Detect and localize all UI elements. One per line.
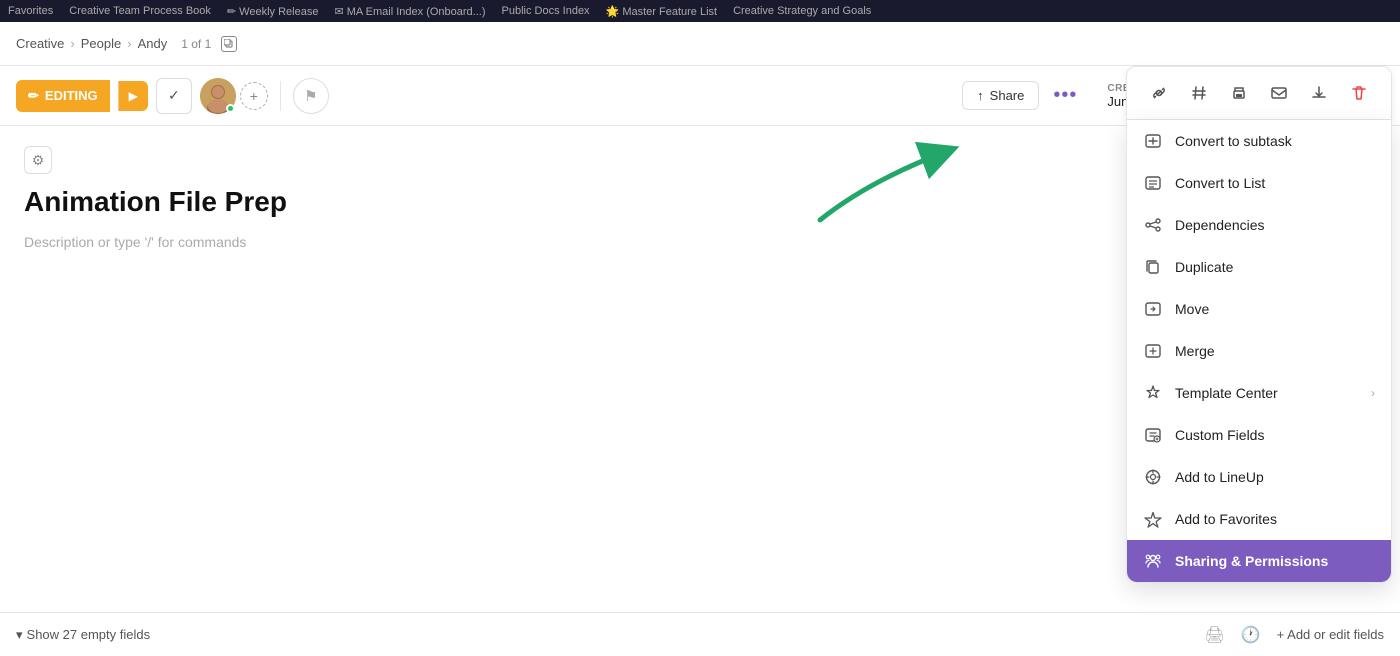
nav-item-creative-strategy[interactable]: Creative Strategy and Goals xyxy=(733,5,871,17)
show-fields-label: Show 27 empty fields xyxy=(27,627,151,642)
template-center-label: Template Center xyxy=(1175,385,1359,401)
flag-button[interactable]: ⚑ xyxy=(293,78,329,114)
menu-item-custom-fields[interactable]: Custom Fields xyxy=(1127,414,1391,456)
nav-item-weekly-release[interactable]: ✏ Weekly Release xyxy=(227,5,319,18)
sharing-icon xyxy=(1143,551,1163,571)
menu-item-template-center[interactable]: Template Center › xyxy=(1127,372,1391,414)
template-center-icon xyxy=(1143,383,1163,403)
share-icon: ↑ xyxy=(977,88,984,103)
add-user-icon: + xyxy=(250,88,258,104)
duplicate-icon xyxy=(1143,257,1163,277)
duplicate-label: Duplicate xyxy=(1175,259,1375,275)
convert-subtask-label: Convert to subtask xyxy=(1175,133,1375,149)
dependencies-label: Dependencies xyxy=(1175,217,1375,233)
breadcrumb-creative[interactable]: Creative xyxy=(16,36,64,51)
add-favorites-icon xyxy=(1143,509,1163,529)
bottom-bar: ▾ Show 27 empty fields 🖨 🕐 + Add or edit… xyxy=(0,612,1400,656)
add-user-button[interactable]: + xyxy=(240,82,268,110)
nav-item-ma-email[interactable]: ✉ MA Email Index (Onboard...) xyxy=(334,5,485,18)
convert-list-icon xyxy=(1143,173,1163,193)
move-icon xyxy=(1143,299,1163,319)
toolbar-icons-bar xyxy=(1126,66,1392,120)
dropdown-overlay: Convert to subtask Convert to List xyxy=(1126,66,1392,583)
menu-item-merge[interactable]: Merge xyxy=(1127,330,1391,372)
avatar-wrapper xyxy=(200,78,236,114)
copy-link-icon[interactable] xyxy=(221,36,237,52)
nav-item-master-feature[interactable]: 🌟 Master Feature List xyxy=(606,5,718,18)
breadcrumb-bar: Creative › People › Andy 1 of 1 xyxy=(0,22,1400,66)
check-icon: ✓ xyxy=(168,87,180,104)
custom-fields-icon xyxy=(1143,425,1163,445)
convert-list-label: Convert to List xyxy=(1175,175,1375,191)
custom-fields-label: Custom Fields xyxy=(1175,427,1375,443)
editing-button[interactable]: ✏ EDITING xyxy=(16,80,110,112)
nav-item-favorites[interactable]: Favorites xyxy=(8,5,53,17)
dropdown-menu: Convert to subtask Convert to List xyxy=(1126,120,1392,583)
menu-item-duplicate[interactable]: Duplicate xyxy=(1127,246,1391,288)
menu-item-add-favorites[interactable]: Add to Favorites xyxy=(1127,498,1391,540)
clock-bottom-icon[interactable]: 🕐 xyxy=(1241,625,1261,645)
chevron-down-icon: ▾ xyxy=(16,627,23,643)
show-fields-button[interactable]: ▾ Show 27 empty fields xyxy=(16,627,150,643)
template-center-arrow: › xyxy=(1371,386,1375,400)
menu-item-move[interactable]: Move xyxy=(1127,288,1391,330)
delete-icon-btn[interactable] xyxy=(1343,77,1375,109)
gear-icon: ⚙ xyxy=(32,152,45,169)
print-bottom-icon[interactable]: 🖨 xyxy=(1204,625,1224,645)
email-icon-btn[interactable] xyxy=(1263,77,1295,109)
hash-icon-btn[interactable] xyxy=(1183,77,1215,109)
convert-subtask-icon xyxy=(1143,131,1163,151)
add-lineup-label: Add to LineUp xyxy=(1175,469,1375,485)
breadcrumb-sep-2: › xyxy=(127,36,131,51)
menu-item-convert-subtask[interactable]: Convert to subtask xyxy=(1127,120,1391,162)
editing-pencil-icon: ✏ xyxy=(28,88,39,104)
settings-button[interactable]: ⚙ xyxy=(24,146,52,174)
dependencies-icon xyxy=(1143,215,1163,235)
nav-item-creative-book[interactable]: Creative Team Process Book xyxy=(69,5,211,17)
menu-item-convert-list[interactable]: Convert to List xyxy=(1127,162,1391,204)
menu-item-add-lineup[interactable]: Add to LineUp xyxy=(1127,456,1391,498)
move-label: Move xyxy=(1175,301,1375,317)
online-status-dot xyxy=(226,104,235,113)
top-nav: Favorites Creative Team Process Book ✏ W… xyxy=(0,0,1400,22)
menu-item-sharing-permissions[interactable]: Sharing & Permissions xyxy=(1127,540,1391,582)
add-favorites-label: Add to Favorites xyxy=(1175,511,1375,527)
menu-item-dependencies[interactable]: Dependencies xyxy=(1127,204,1391,246)
breadcrumb-people[interactable]: People xyxy=(81,36,121,51)
download-icon-btn[interactable] xyxy=(1303,77,1335,109)
more-dots-label: ••• xyxy=(1053,84,1077,107)
sharing-label: Sharing & Permissions xyxy=(1175,553,1375,569)
share-label: Share xyxy=(990,88,1025,103)
nav-item-public-docs[interactable]: Public Docs Index xyxy=(502,5,590,17)
editing-dropdown-button[interactable]: ▶ xyxy=(118,81,148,111)
more-options-button[interactable]: ••• xyxy=(1047,78,1083,114)
add-fields-button[interactable]: + Add or edit fields xyxy=(1277,627,1384,642)
merge-icon xyxy=(1143,341,1163,361)
toolbar-divider xyxy=(280,81,281,111)
add-lineup-icon xyxy=(1143,467,1163,487)
breadcrumb-andy[interactable]: Andy xyxy=(138,36,168,51)
print-icon-btn[interactable] xyxy=(1223,77,1255,109)
merge-label: Merge xyxy=(1175,343,1375,359)
breadcrumb-count: 1 of 1 xyxy=(181,37,211,51)
link-icon-btn[interactable] xyxy=(1143,77,1175,109)
share-button[interactable]: ↑ Share xyxy=(962,81,1039,110)
flag-icon: ⚑ xyxy=(304,87,317,105)
check-button[interactable]: ✓ xyxy=(156,78,192,114)
breadcrumb-sep-1: › xyxy=(70,36,74,51)
editing-label: EDITING xyxy=(45,88,98,103)
